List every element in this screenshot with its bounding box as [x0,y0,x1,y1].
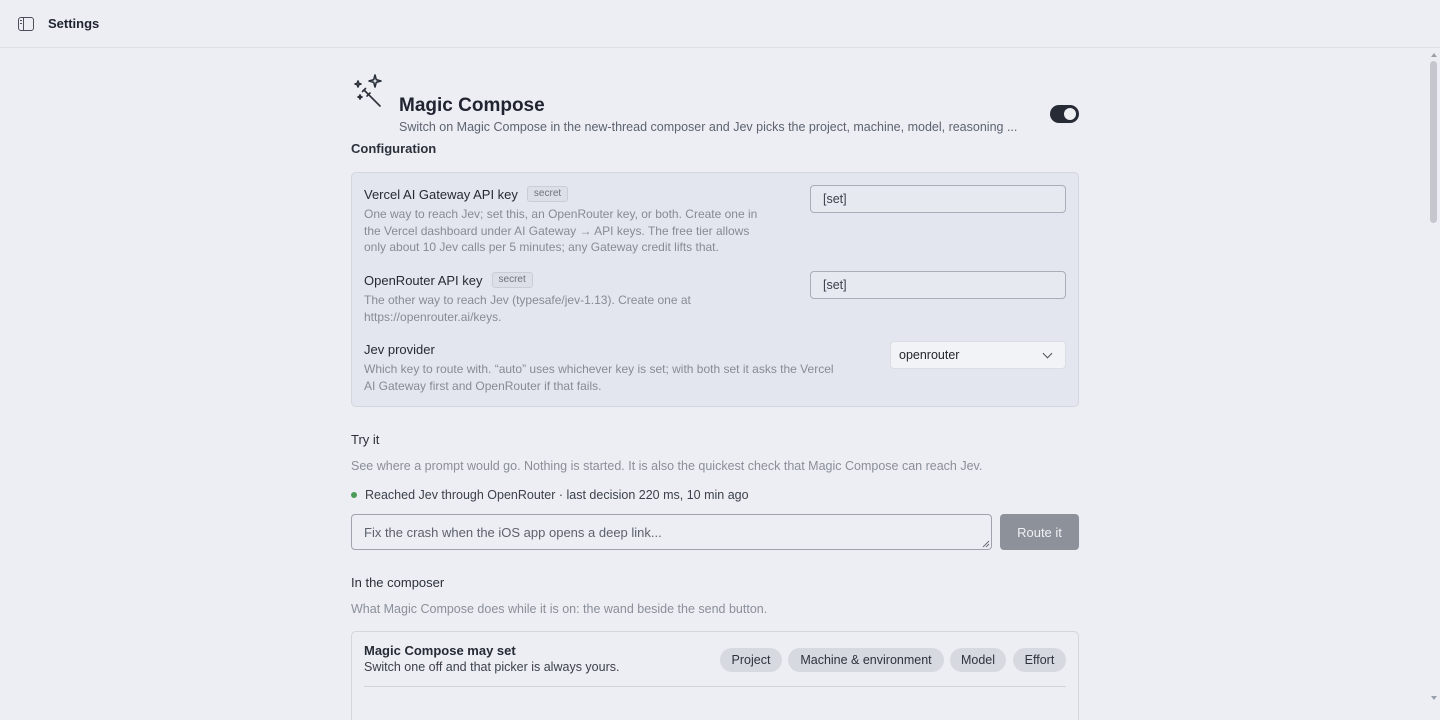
configuration-heading: Configuration [351,141,437,156]
secret-badge: secret [526,186,569,202]
composer-heading: In the composer [351,575,445,590]
prompt-placeholder: Fix the crash when the iOS app opens a d… [364,524,662,540]
help-line: https://openrouter.ai/keys. [364,309,502,324]
jev-provider-label-text: Jev provider [364,342,435,357]
resize-grip-icon[interactable] [982,540,990,548]
connection-status-text: Reached Jev through OpenRouter · last de… [365,488,749,502]
status-dot-icon [351,492,357,498]
top-bar: Settings [0,0,1440,48]
openrouter-key-label-text: OpenRouter API key [364,272,483,288]
route-it-button[interactable]: Route it [1000,514,1079,550]
help-line: only about 10 Jev calls per 5 minutes; a… [364,240,719,254]
jev-provider-select[interactable]: openrouter [890,341,1066,369]
secret-badge: secret [491,272,533,288]
divider [364,686,1066,687]
chip-model[interactable]: Model [950,648,1006,672]
configuration-card: Vercel AI Gateway API key secret One way… [351,172,1079,407]
vercel-key-help: One way to reach Jev; set this, an OpenR… [364,206,757,256]
magic-wand-icon [354,74,382,107]
may-set-card: Magic Compose may set Switch one off and… [351,631,1079,720]
vercel-key-label-text: Vercel AI Gateway API key [364,186,518,202]
openrouter-key-help: The other way to reach Jev (typesafe/jev… [364,292,691,325]
help-line: One way to reach Jev; set this, an OpenR… [364,207,758,221]
jev-provider-value: openrouter [899,348,960,362]
connection-status: Reached Jev through OpenRouter · last de… [351,488,749,502]
scroll-down-icon[interactable] [1431,696,1437,700]
scroll-up-icon[interactable] [1431,53,1437,57]
openrouter-key-input[interactable]: [set] [810,271,1066,299]
vercel-key-label: Vercel AI Gateway API key secret [364,186,569,202]
may-set-title: Magic Compose may set [364,643,516,658]
magic-compose-title: Magic Compose [399,95,545,116]
help-line: The other way to reach Jev (typesafe/jev… [364,293,691,307]
page-title: Settings [48,16,100,31]
magic-compose-toggle[interactable] [1050,105,1079,123]
composer-description: What Magic Compose does while it is on: … [351,602,768,616]
magic-compose-header: Magic Compose Switch on Magic Compose in… [351,73,1079,134]
scrollbar-thumb[interactable] [1430,61,1437,223]
try-it-heading: Try it [351,432,380,447]
jev-provider-label: Jev provider [364,342,435,357]
settings-content: Magic Compose Switch on Magic Compose in… [0,49,1440,720]
magic-compose-description: Switch on Magic Compose in the new-threa… [399,120,1018,134]
toggle-knob [1064,108,1076,120]
help-line: AI Gateway first and OpenRouter if that … [364,378,602,393]
jev-provider-help: Which key to route with. “auto” uses whi… [364,361,834,394]
chip-project[interactable]: Project [720,648,782,672]
prompt-input[interactable]: Fix the crash when the iOS app opens a d… [351,514,992,550]
vercel-key-input[interactable]: [set] [810,185,1066,213]
try-it-description: See where a prompt would go. Nothing is … [351,459,983,473]
sidebar-toggle-icon[interactable] [18,16,34,31]
chip-effort[interactable]: Effort [1013,648,1066,672]
may-set-help: Switch one off and that picker is always… [364,660,620,674]
chevron-down-icon [1042,348,1053,358]
help-line: the Vercel dashboard under AI Gateway → … [364,223,750,238]
help-line: Which key to route with. “auto” uses whi… [364,362,834,376]
vertical-scrollbar[interactable] [1428,49,1440,720]
chip-machine-environment[interactable]: Machine & environment [788,648,944,672]
openrouter-key-label: OpenRouter API key secret [364,272,533,288]
